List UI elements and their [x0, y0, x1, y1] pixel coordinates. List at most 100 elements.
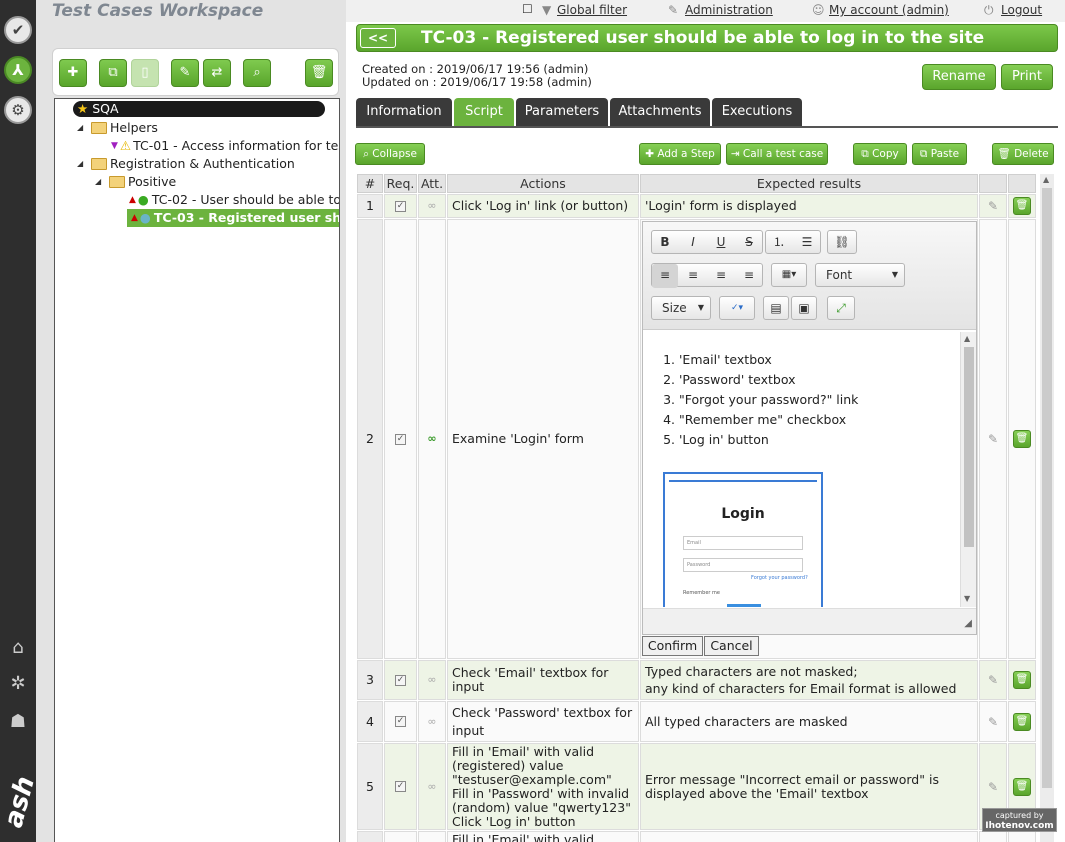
spellcheck-icon[interactable]: ✓▾ [719, 296, 755, 320]
required-checkbox[interactable]: ✓ [384, 743, 417, 830]
tab-executions[interactable]: Executions [712, 98, 802, 126]
ordered-list-icon[interactable]: ⒈ [766, 231, 792, 255]
add-step-button[interactable]: ✚ Add a Step [639, 143, 721, 165]
settings-icon[interactable]: ⚙ [4, 96, 32, 124]
tab-parameters[interactable]: Parameters [516, 98, 608, 126]
collapse-button[interactable]: ⌕ Collapse [355, 143, 425, 165]
attachment-icon[interactable]: ∞ [418, 219, 446, 659]
rich-text-editor[interactable]: B I U S ⒈ ☰ ⛓ ≡ ≡ ≡ ≡ ▦▾ Font ▼ Size ▼ ✓▾ … [642, 221, 977, 635]
step-expected[interactable] [640, 831, 978, 842]
tree-node-positive[interactable]: ◢ Positive [95, 173, 176, 191]
copy-icon[interactable]: ⧉ [99, 59, 127, 87]
add-icon[interactable]: ✚ [59, 59, 87, 87]
bullet-list-icon[interactable]: ☰ [794, 231, 820, 255]
required-checkbox[interactable]: ✓ [384, 660, 417, 700]
edit-step-icon[interactable] [979, 831, 1007, 842]
cancel-button[interactable]: Cancel [704, 636, 759, 656]
step-action[interactable]: Check 'Email' textbox for input [447, 660, 639, 700]
edit-step-icon[interactable]: ✎ [979, 701, 1007, 742]
edit-step-icon[interactable]: ✎ [979, 194, 1007, 218]
robot-icon[interactable]: ☗ [6, 710, 30, 734]
editor-scroll-thumb[interactable] [964, 347, 974, 547]
delete-icon[interactable]: 🗑 [305, 59, 333, 87]
bugtracker-icon[interactable]: ✲ [6, 672, 30, 696]
step-action[interactable]: Fill in 'Email' with valid (registered) … [447, 743, 639, 830]
call-test-case-button[interactable]: ⇥ Call a test case [726, 143, 828, 165]
paste-button[interactable]: ⧉ Paste [912, 143, 967, 165]
tab-attachments[interactable]: Attachments [610, 98, 710, 126]
search-icon[interactable]: ⌕ [243, 59, 271, 87]
required-checkbox[interactable]: ✓ [384, 194, 417, 218]
edit-icon[interactable]: ✎ [171, 59, 199, 87]
editor-scrollbar[interactable]: ▲ ▼ [960, 332, 976, 607]
table-icon[interactable]: ▤ [763, 296, 789, 320]
align-justify-icon[interactable]: ≡ [736, 264, 762, 288]
delete-step-button[interactable]: 🗑 [1008, 701, 1036, 742]
confirm-button[interactable]: Confirm [642, 636, 703, 656]
tab-information[interactable]: Information [356, 98, 452, 126]
global-filter-link[interactable]: Global filter [557, 3, 627, 17]
align-right-icon[interactable]: ≡ [708, 264, 734, 288]
attachment-icon[interactable]: ∞ [418, 660, 446, 700]
table-row[interactable]: 4 ✓ ∞ Check 'Password' textbox for input… [357, 701, 1053, 742]
align-center-icon[interactable]: ≡ [680, 264, 706, 288]
scroll-up-icon[interactable]: ▲ [1043, 175, 1049, 184]
tree-node-tc02[interactable]: ▲ ● TC-02 - User should be able to [129, 191, 339, 209]
table-row[interactable]: 1 ✓ ∞ Click 'Log in' link (or button) 'L… [357, 194, 1053, 218]
expand-icon[interactable]: ◢ [95, 173, 105, 191]
font-select[interactable]: Font ▼ [815, 263, 905, 287]
required-checkbox[interactable] [384, 831, 417, 842]
delete-step-button[interactable] [1008, 831, 1036, 842]
attachment-icon[interactable]: ∞ [418, 194, 446, 218]
editor-content[interactable]: 'Email' textbox 'Password' textbox "Forg… [643, 332, 960, 607]
main-scrollbar[interactable]: ▲ [1040, 174, 1054, 842]
test-cases-icon[interactable]: ⅄ [4, 56, 32, 84]
expand-icon[interactable]: ◢ [77, 119, 87, 137]
edit-step-icon[interactable]: ✎ [979, 660, 1007, 700]
paste-icon[interactable]: ▯ [131, 59, 159, 87]
align-left-icon[interactable]: ≡ [652, 264, 678, 288]
my-account-link[interactable]: My account (admin) [829, 3, 949, 17]
expand-icon[interactable]: ◢ [77, 155, 87, 173]
required-checkbox[interactable]: ✓ [384, 701, 417, 742]
table-row[interactable]: 5 ✓ ∞ Fill in 'Email' with valid (regist… [357, 743, 1053, 830]
logout-link[interactable]: Logout [1001, 3, 1042, 17]
tree-node-tc01[interactable]: ▼ ⚠ TC-01 - Access information for tes [111, 137, 339, 155]
resize-handle-icon[interactable]: ◢ [964, 618, 972, 629]
italic-button[interactable]: I [680, 231, 706, 255]
tab-script[interactable]: Script [454, 98, 514, 126]
attachment-icon[interactable] [418, 831, 446, 842]
filter-checkbox[interactable]: ☐ [522, 2, 533, 16]
step-action[interactable]: Click 'Log in' link (or button) [447, 194, 639, 218]
step-action[interactable]: Fill in 'Email' with valid [447, 831, 639, 842]
attachment-icon[interactable]: ∞ [418, 701, 446, 742]
rename-button[interactable]: Rename [922, 64, 996, 90]
required-checkbox[interactable]: ✓ [384, 219, 417, 659]
step-expected[interactable]: All typed characters are masked [640, 701, 978, 742]
underline-button[interactable]: U [708, 231, 734, 255]
table-row[interactable]: 3 ✓ ∞ Check 'Email' textbox for input Ty… [357, 660, 1053, 700]
step-action[interactable]: Check 'Password' textbox for input [447, 701, 639, 742]
maximize-icon[interactable]: ⤢ [827, 296, 855, 320]
scroll-down-icon[interactable]: ▼ [964, 594, 970, 603]
color-picker-icon[interactable]: ▦▾ [771, 263, 807, 287]
tree-node-helpers[interactable]: ◢ Helpers [77, 119, 158, 137]
move-icon[interactable]: ⇄ [203, 59, 231, 87]
image-icon[interactable]: ▣ [791, 296, 817, 320]
scroll-up-icon[interactable]: ▲ [964, 334, 970, 343]
check-icon[interactable]: ✔ [4, 16, 32, 44]
delete-step-button[interactable]: 🗑 [1008, 660, 1036, 700]
step-action[interactable]: Examine 'Login' form [447, 219, 639, 659]
strike-button[interactable]: S [736, 231, 762, 255]
tree-node-sqa[interactable]: ★ SQA [73, 101, 325, 117]
bold-button[interactable]: B [652, 231, 678, 255]
edit-step-icon[interactable]: ✎ [979, 219, 1007, 659]
delete-step-button[interactable]: 🗑 [1008, 219, 1036, 659]
link-icon[interactable]: ⛓ [827, 230, 857, 254]
step-expected[interactable]: Error message "Incorrect email or passwo… [640, 743, 978, 830]
main-scroll-thumb[interactable] [1042, 188, 1052, 788]
print-button[interactable]: Print [1001, 64, 1053, 90]
tree-node-registration[interactable]: ◢ Registration & Authentication [77, 155, 295, 173]
table-row[interactable]: Fill in 'Email' with valid [357, 831, 1053, 842]
step-expected[interactable]: 'Login' form is displayed [640, 194, 978, 218]
